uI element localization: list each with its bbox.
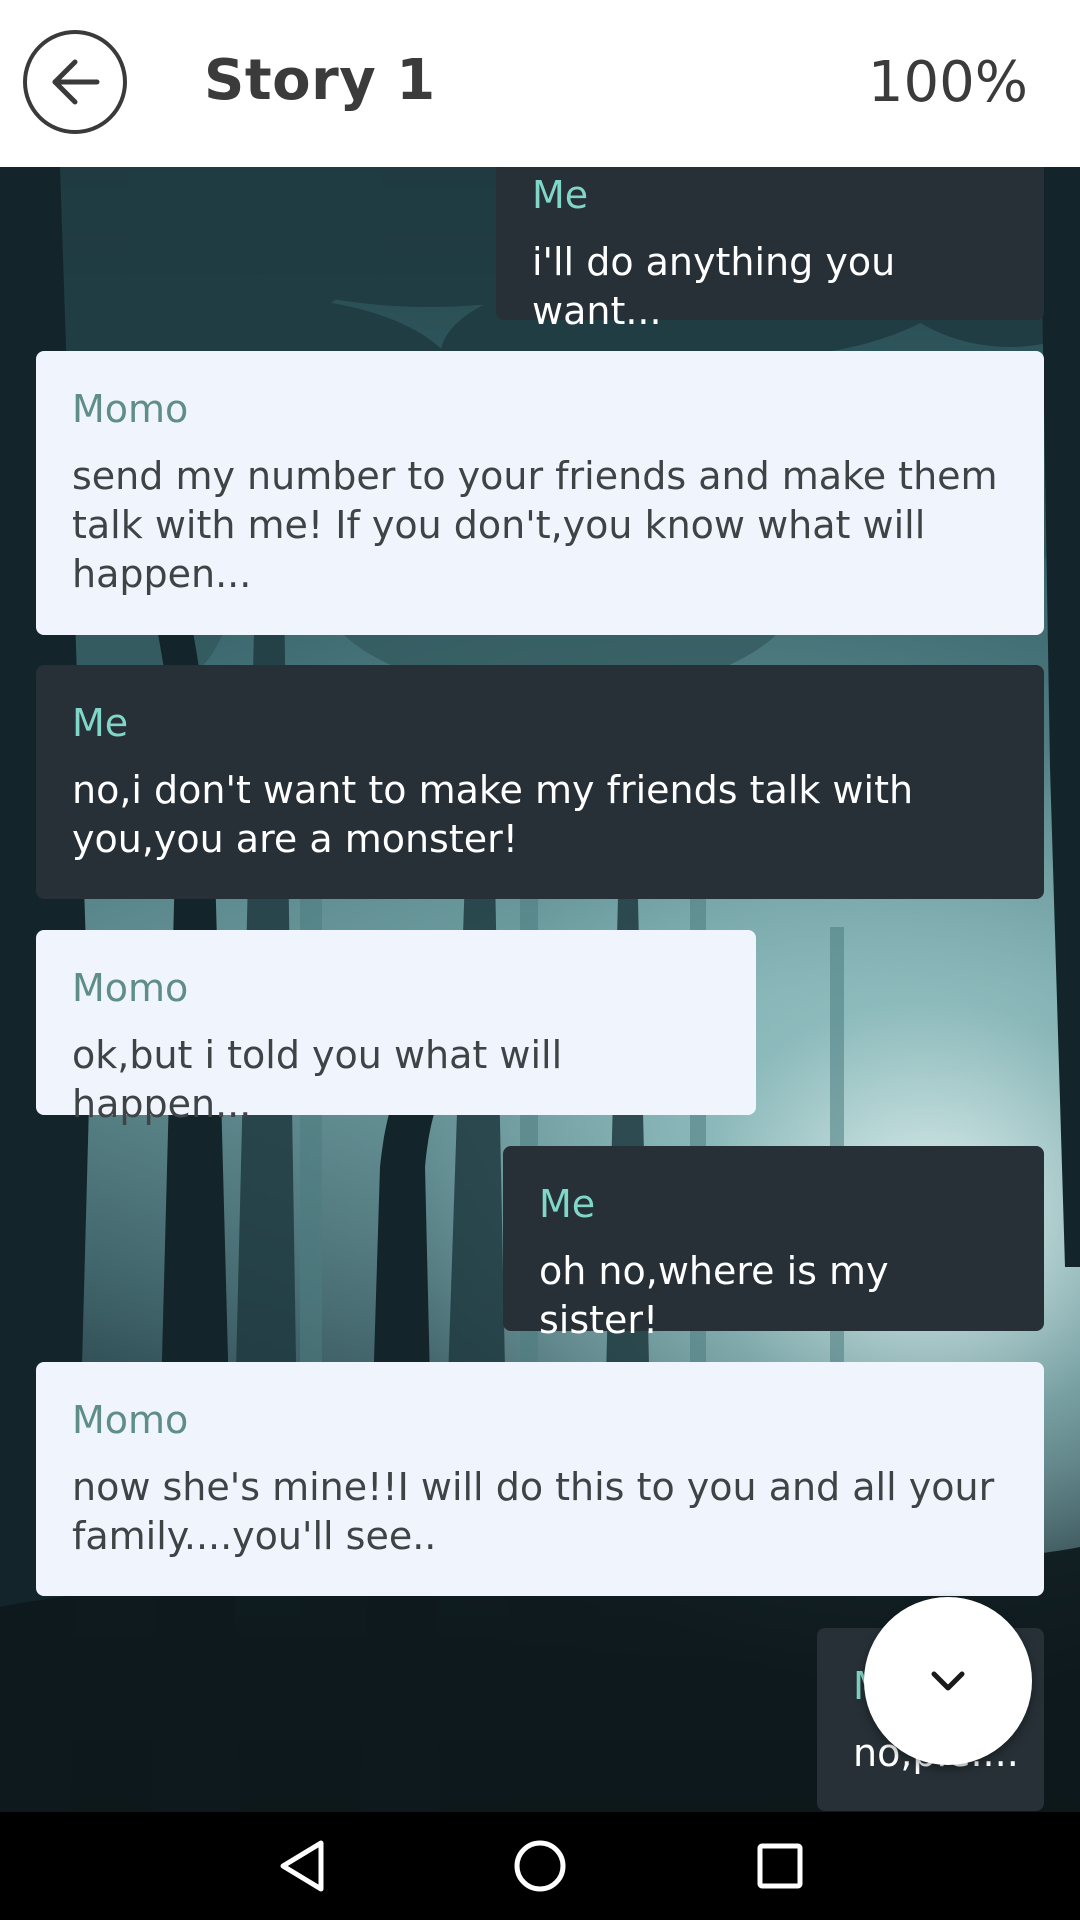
message-text: now she's mine!!I will do this to you an… — [72, 1465, 995, 1558]
chevron-down-icon — [931, 1671, 965, 1691]
message-sender: Momo — [72, 387, 189, 431]
message-text: no,i don't want to make my friends talk … — [72, 768, 914, 861]
square-recents-icon — [757, 1843, 803, 1889]
message-sender: Me — [539, 1182, 596, 1226]
message-sender: Momo — [72, 966, 189, 1010]
message-text: oh no,where is my sister! — [539, 1249, 889, 1342]
message-sender: Me — [72, 701, 129, 745]
message-bubble-me: Me i'll do anything you want... — [496, 160, 1044, 333]
progress-percent: 100% — [867, 50, 1028, 115]
story-title: Story 1 — [204, 48, 436, 113]
scroll-down-button[interactable] — [864, 1597, 1032, 1765]
message-text: i'll do anything you want... — [532, 240, 896, 333]
arrow-left-icon — [52, 59, 100, 105]
back-button[interactable] — [23, 30, 127, 134]
message-text: ok,but i told you what will happen... — [72, 1033, 563, 1126]
message-sender: Me — [532, 173, 589, 217]
nav-recents-button[interactable] — [748, 1834, 812, 1898]
message-text: send my number to your friends and make … — [72, 454, 998, 596]
message-bubble-momo: Momo send my number to your friends and … — [36, 351, 1044, 635]
message-bubble-me: Me oh no,where is my sister! — [503, 1146, 1044, 1342]
triangle-back-icon — [280, 1840, 324, 1892]
message-bubble-momo: Momo now she's mine!!I will do this to y… — [36, 1362, 1044, 1596]
message-bubble-me: Me no,i don't want to make my friends ta… — [36, 665, 1044, 899]
message-sender: Momo — [72, 1398, 189, 1442]
nav-home-button[interactable] — [508, 1834, 572, 1898]
message-bubble-momo: Momo ok,but i told you what will happen.… — [36, 930, 756, 1126]
nav-back-button[interactable] — [270, 1834, 334, 1898]
system-navigation-bar — [0, 1812, 1080, 1920]
circle-home-icon — [514, 1840, 566, 1892]
top-app-bar: Story 1 100% — [0, 0, 1080, 167]
